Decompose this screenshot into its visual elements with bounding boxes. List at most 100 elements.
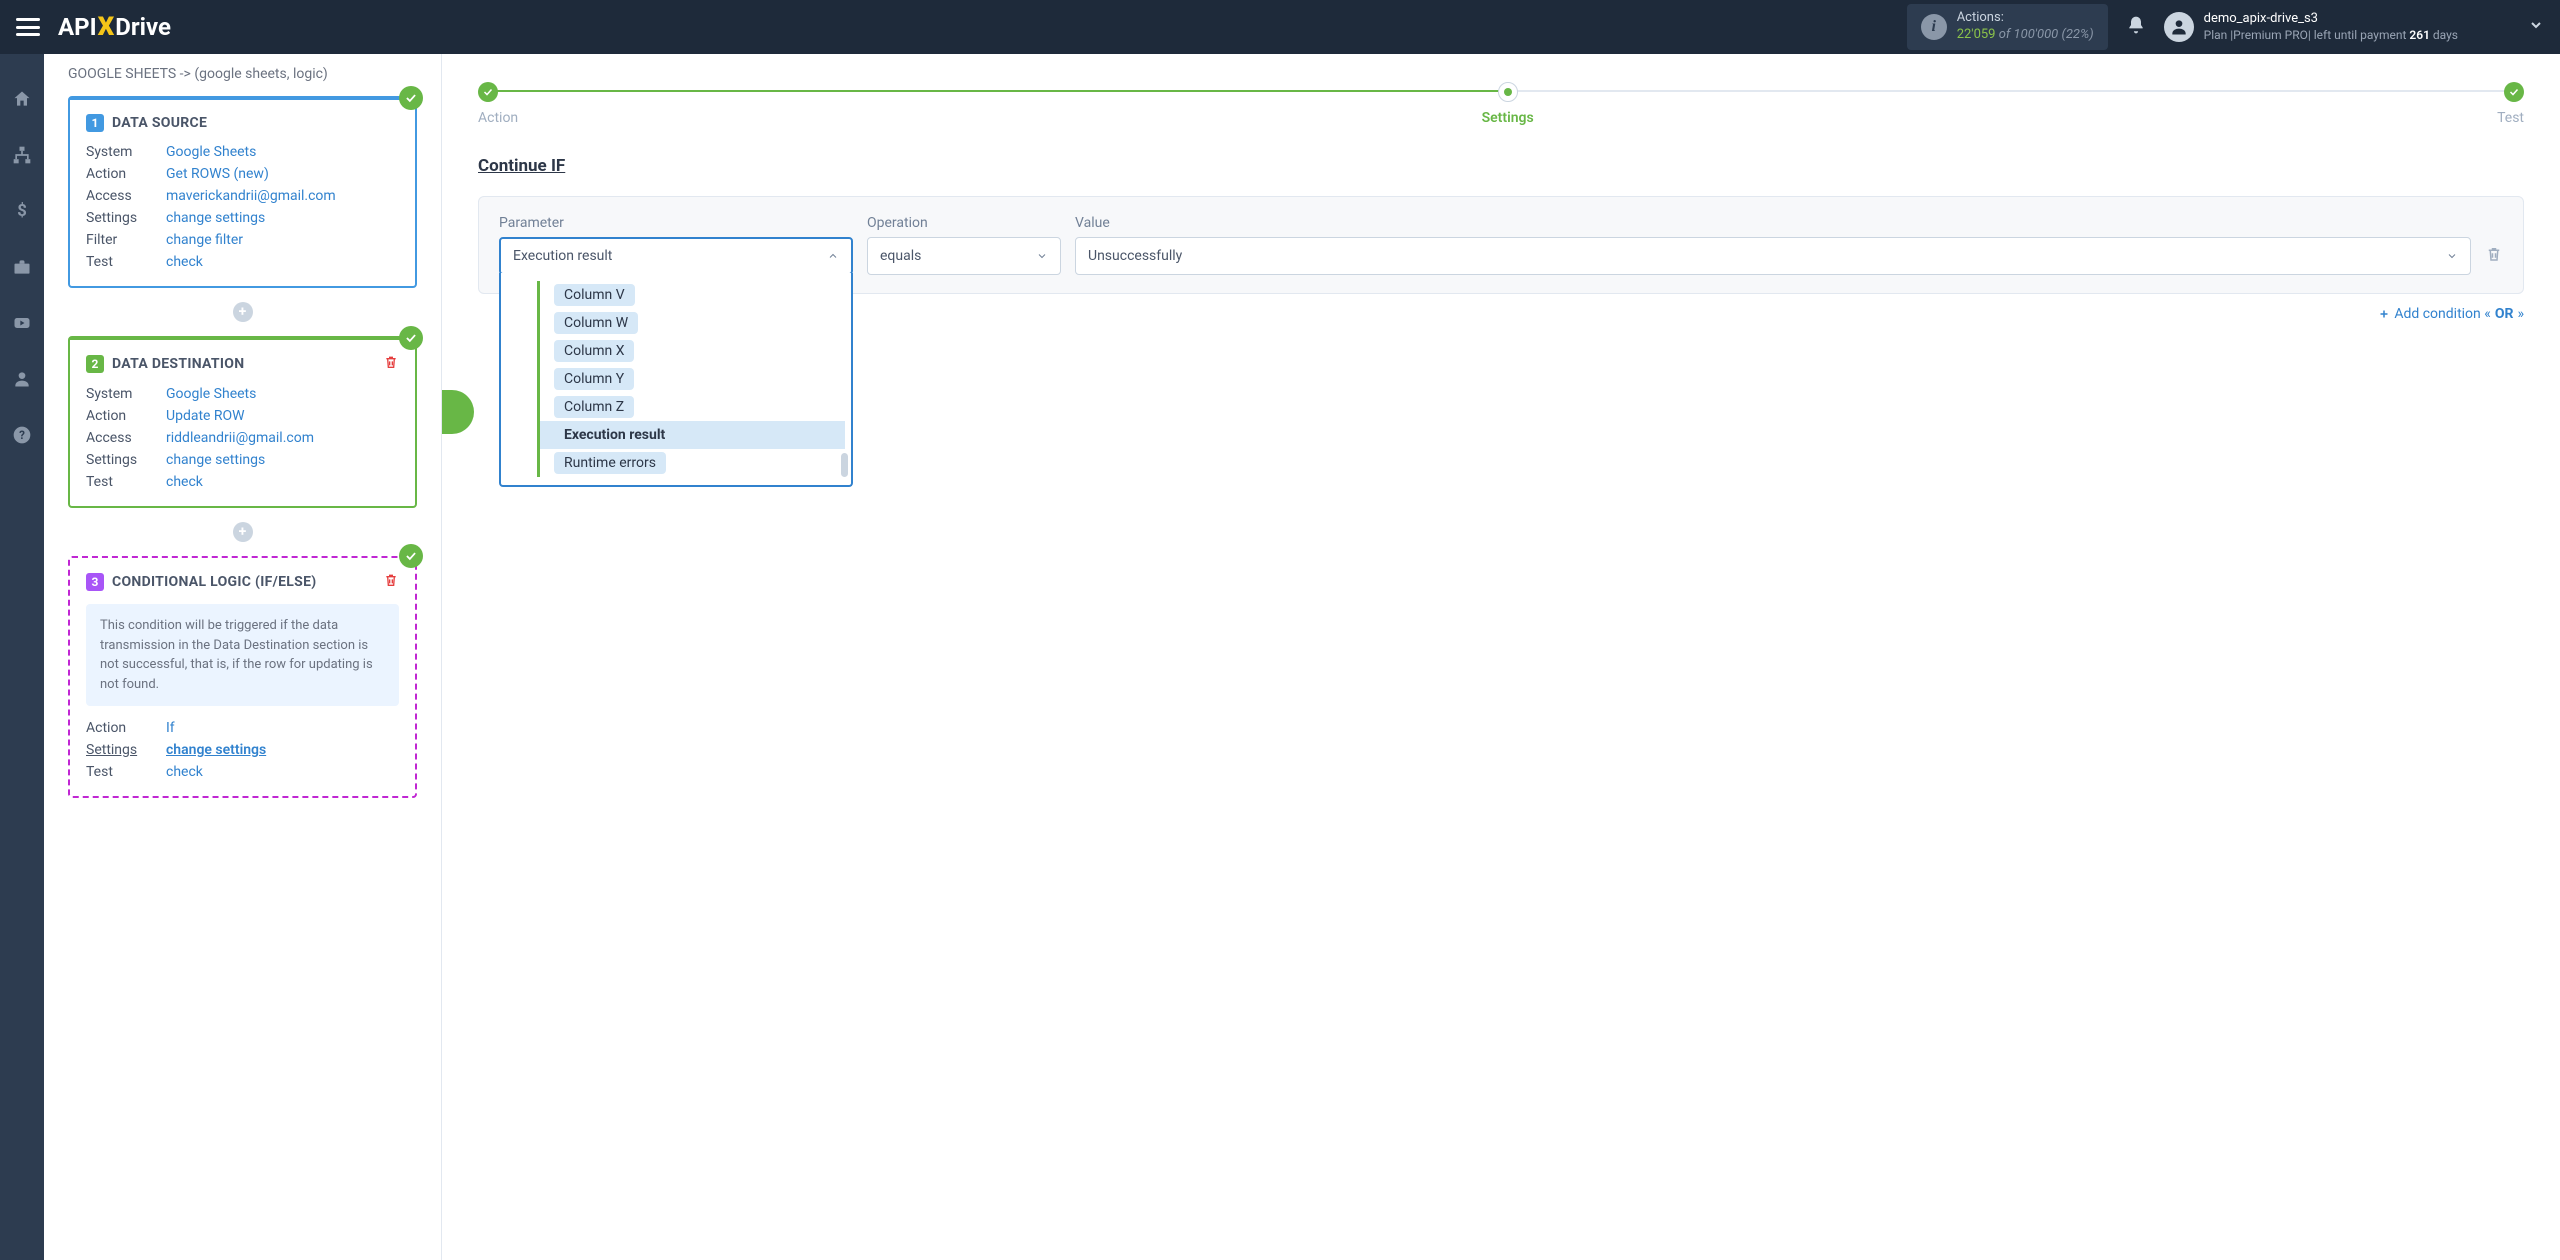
row-label: Action [86,408,166,424]
nav-sitemap-icon[interactable] [0,140,44,170]
row-link-access[interactable]: maverickandrii@gmail.com [166,188,399,204]
user-menu[interactable]: demo_apix-drive_s3 Plan |Premium PRO| le… [2164,11,2458,43]
row-label: Settings [86,742,166,758]
card-title: DATA SOURCE [112,115,207,131]
row-link-action[interactable]: If [166,720,399,736]
row-link-system[interactable]: Google Sheets [166,386,399,402]
chevron-up-icon [827,250,839,262]
param-dropdown[interactable]: Column V Column W Column X Column Y Colu… [499,273,853,487]
user-name: demo_apix-drive_s3 [2204,11,2458,28]
menu-hamburger-icon[interactable] [16,18,40,36]
side-nav: $ ? [0,54,44,1260]
step-label: Test [2497,110,2524,126]
dropdown-item-selected[interactable]: Execution result [540,421,845,449]
main-content: Action Settings Test Continue IF Paramet… [442,54,2560,1260]
row-label: Test [86,474,166,490]
row-link-settings[interactable]: change settings [166,742,399,758]
card-data-source[interactable]: 1 DATA SOURCE SystemGoogle Sheets Action… [68,96,417,288]
dropdown-item[interactable]: Column Z [540,393,845,421]
operation-select[interactable]: equals [867,237,1061,275]
row-label: Access [86,430,166,446]
row-link-filter[interactable]: change filter [166,232,399,248]
section-title: Continue IF [478,156,2524,176]
dropdown-item[interactable]: Runtime errors [540,449,845,477]
row-label: Settings [86,452,166,468]
delete-icon[interactable] [383,354,399,374]
row-label: Action [86,720,166,736]
nav-video-icon[interactable] [0,308,44,338]
actions-counter[interactable]: i Actions: 22'059 of 100'000 (22%) [1907,4,2108,50]
row-label: Action [86,166,166,182]
chevron-down-icon [1036,250,1048,262]
dropdown-item[interactable]: Column V [540,281,845,309]
app-header: APIXDrive i Actions: 22'059 of 100'000 (… [0,0,2560,54]
row-label: Test [86,254,166,270]
condition-box: Parameter Execution result Operation equ… [478,196,2524,294]
value-select[interactable]: Unsuccessfully [1075,237,2471,275]
row-link-access[interactable]: riddleandrii@gmail.com [166,430,399,446]
actions-label: Actions: [1957,10,2094,27]
actions-pct: (22%) [2062,27,2094,42]
user-info: demo_apix-drive_s3 Plan |Premium PRO| le… [2204,11,2458,43]
row-label: System [86,144,166,160]
logo-x: X [98,12,115,42]
dropdown-item[interactable]: Column X [540,337,845,365]
conditional-note: This condition will be triggered if the … [86,604,399,706]
param-label: Parameter [499,215,853,231]
actions-of: of [1999,27,2011,42]
row-link-system[interactable]: Google Sheets [166,144,399,160]
chevron-down-icon [2446,250,2458,262]
fab-button[interactable] [442,390,474,434]
nav-user-icon[interactable] [0,364,44,394]
check-badge-icon [399,544,423,568]
nav-billing-icon[interactable]: $ [0,196,44,226]
step-label: Settings [1482,110,1534,126]
row-link-test[interactable]: check [166,474,399,490]
value-value: Unsuccessfully [1088,248,1182,264]
card-conditional-logic[interactable]: 3 CONDITIONAL LOGIC (IF/ELSE) This condi… [68,556,417,798]
logo[interactable]: APIXDrive [58,12,171,42]
row-link-action[interactable]: Update ROW [166,408,399,424]
step-done-icon [2504,82,2524,102]
step-current-icon [1498,82,1518,102]
row-label: System [86,386,166,402]
add-step-button[interactable]: + [233,522,253,542]
value-label: Value [1075,215,2471,231]
check-badge-icon [399,326,423,350]
dropdown-item[interactable]: Column W [540,309,845,337]
nav-help-icon[interactable]: ? [0,420,44,450]
user-plan: Plan |Premium PRO| left until payment 26… [2204,28,2458,44]
step-settings[interactable]: Settings [1482,82,1534,126]
row-link-settings[interactable]: change settings [166,452,399,468]
nav-briefcase-icon[interactable] [0,252,44,282]
step-test[interactable]: Test [2497,82,2524,126]
avatar-icon [2164,12,2194,42]
nav-home-icon[interactable] [0,84,44,114]
row-link-settings[interactable]: change settings [166,210,399,226]
step-action[interactable]: Action [478,82,518,126]
dropdown-item[interactable]: Column Y [540,365,845,393]
delete-condition-icon[interactable] [2485,245,2503,267]
delete-icon[interactable] [383,572,399,592]
operation-label: Operation [867,215,1061,231]
card-number: 1 [86,114,104,132]
row-label: Access [86,188,166,204]
scrollbar-thumb[interactable] [841,453,848,477]
row-link-test[interactable]: check [166,764,399,780]
card-number: 3 [86,573,104,591]
card-data-destination[interactable]: 2 DATA DESTINATION SystemGoogle Sheets A… [68,336,417,508]
param-select[interactable]: Execution result [499,237,853,275]
row-label: Filter [86,232,166,248]
row-link-test[interactable]: check [166,254,399,270]
row-label: Test [86,764,166,780]
row-link-action[interactable]: Get ROWS (new) [166,166,399,182]
actions-used: 22'059 [1957,27,1996,42]
actions-text: Actions: 22'059 of 100'000 (22%) [1957,10,2094,44]
chevron-down-icon[interactable] [2528,17,2544,37]
step-label: Action [478,110,518,126]
card-number: 2 [86,355,104,373]
check-badge-icon [399,86,423,110]
bell-icon[interactable] [2126,15,2146,40]
progress-steps: Action Settings Test [478,78,2524,126]
add-step-button[interactable]: + [233,302,253,322]
